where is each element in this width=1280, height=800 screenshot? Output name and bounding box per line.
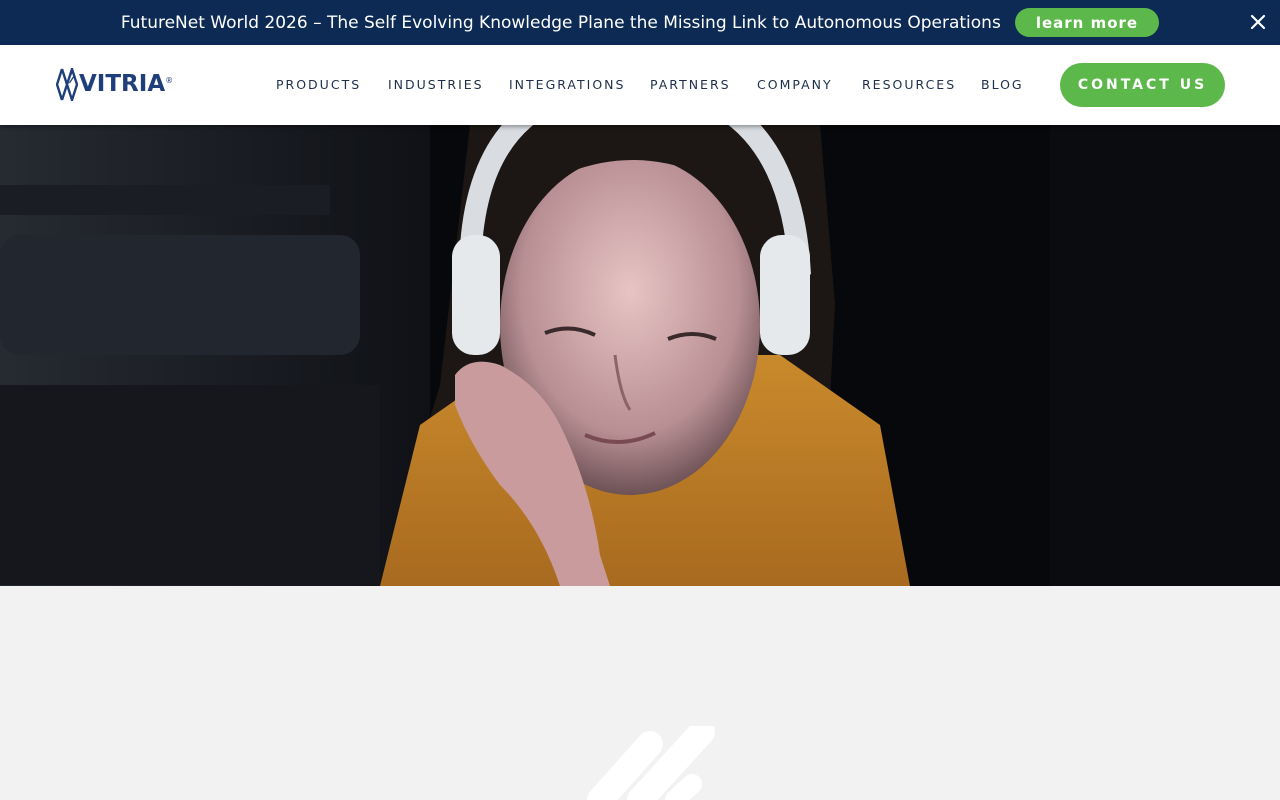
site-header: VITRIA ® PRODUCTS INDUSTRIES INTEGRATION… [0,45,1280,125]
nav-item-blog[interactable]: BLOG [981,77,1024,92]
logo-text: VITRIA [79,71,166,97]
nav-item-resources[interactable]: RESOURCES [862,77,956,92]
nav-item-industries[interactable]: INDUSTRIES [388,77,484,92]
hero-photo-illustration [0,125,1280,586]
hero-image [0,125,1280,586]
learn-more-button[interactable]: learn more [1014,8,1160,37]
close-icon[interactable] [1248,12,1268,32]
logo-mark-icon [56,68,78,101]
announcement-text: FutureNet World 2026 – The Self Evolving… [120,12,1001,33]
contact-us-button[interactable]: CONTACT US [1060,63,1225,107]
announcement-bar: FutureNet World 2026 – The Self Evolving… [0,0,1280,45]
decorative-stripes-icon [587,726,715,800]
nav-item-products[interactable]: PRODUCTS [276,77,361,92]
nav-item-integrations[interactable]: INTEGRATIONS [509,77,625,92]
logo-registered-mark: ® [165,76,174,85]
nav-item-company[interactable]: COMPANY [757,77,833,92]
content-section [0,586,1280,800]
nav-item-partners[interactable]: PARTNERS [650,77,731,92]
vitria-logo[interactable]: VITRIA ® [56,68,173,101]
